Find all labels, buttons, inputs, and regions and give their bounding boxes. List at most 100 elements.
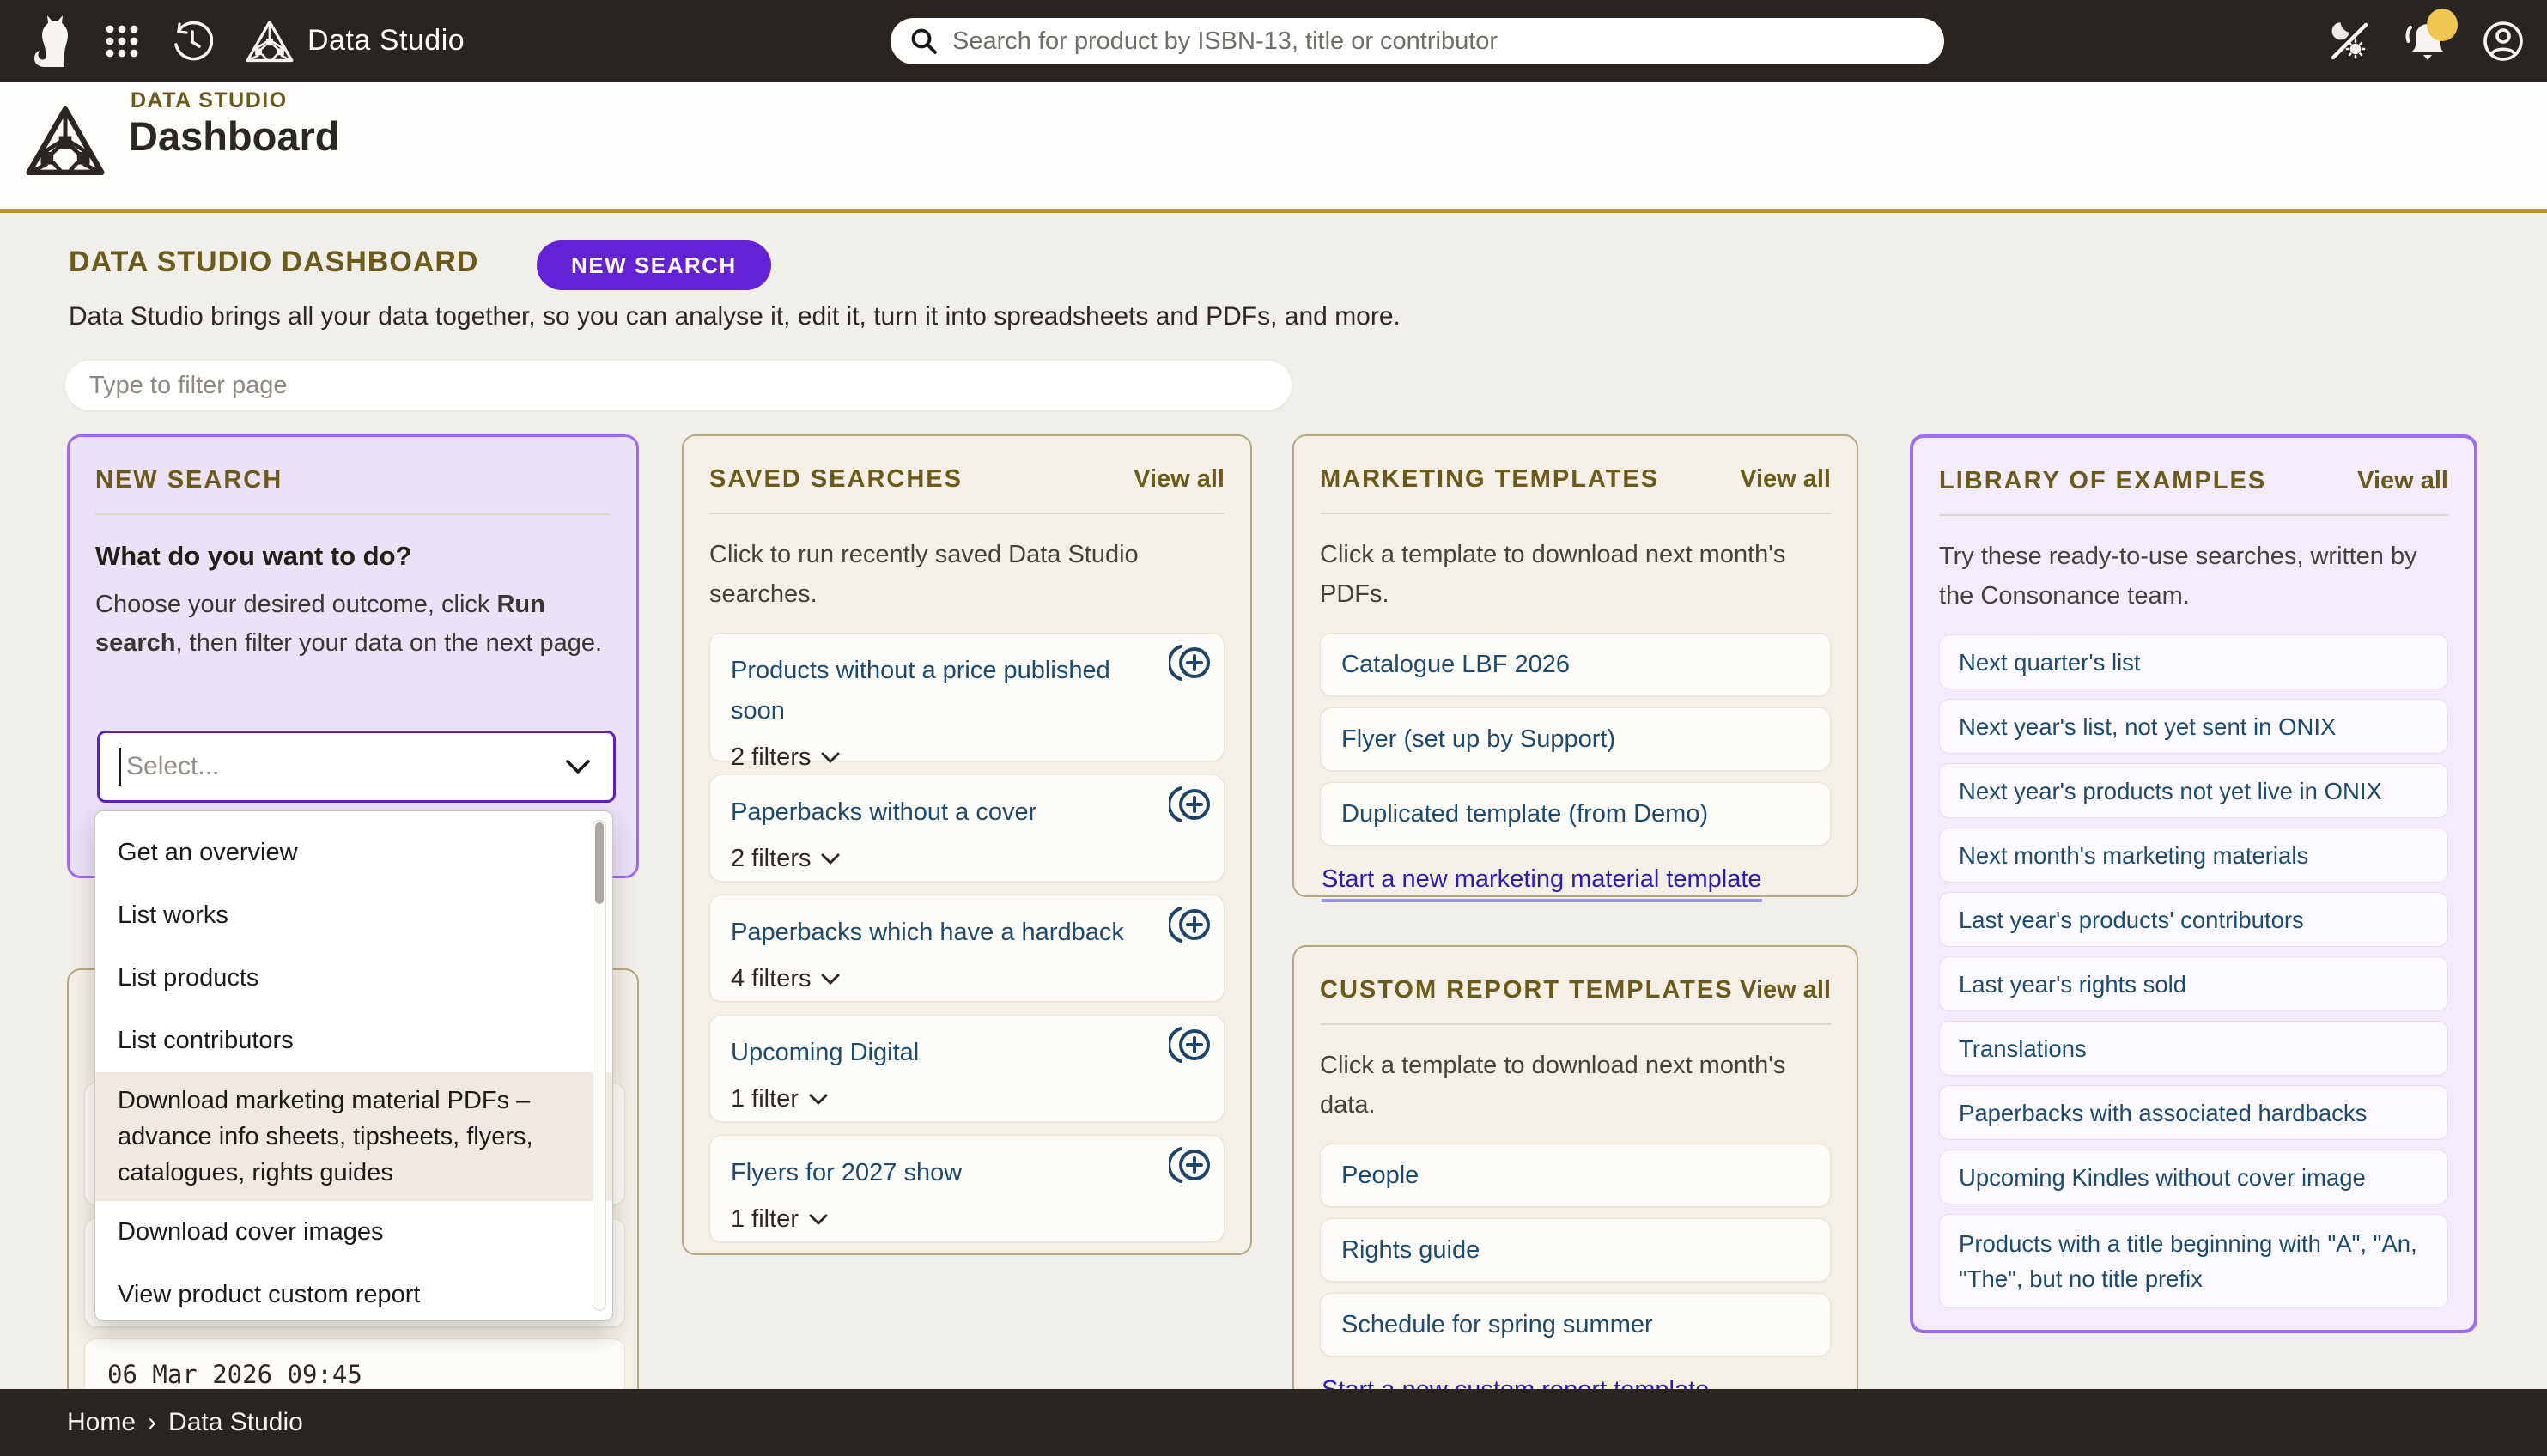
filters-toggle[interactable]: 1 filter — [731, 1085, 1138, 1113]
outcome-select[interactable]: Select... — [97, 731, 616, 803]
example-search-link[interactable]: Paperbacks with associated hardbacks — [1959, 1095, 2367, 1131]
start-marketing-template-link[interactable]: Start a new marketing material template — [1322, 865, 1762, 902]
example-search-item[interactable]: Products with a title beginning with "A"… — [1939, 1214, 2448, 1308]
example-search-item[interactable]: Next quarter's list — [1939, 634, 2448, 689]
example-search-link[interactable]: Next month's marketing materials — [1959, 838, 2308, 873]
add-to-list-icon[interactable] — [1169, 1146, 1212, 1190]
saved-search-link[interactable]: Products without a price published soon — [731, 657, 1110, 725]
breadcrumb-current-link[interactable]: Data Studio — [168, 1408, 303, 1437]
notifications-bell-icon[interactable] — [2404, 19, 2447, 64]
marketing-templates-card: MARKETING TEMPLATES View all Click a tem… — [1292, 434, 1858, 897]
custom-report-view-all-link[interactable]: View all — [1740, 976, 1831, 1004]
template-item[interactable]: Rights guide — [1320, 1218, 1831, 1282]
example-search-item[interactable]: Next year's products not yet live in ONI… — [1939, 763, 2448, 818]
example-search-link[interactable]: Upcoming Kindles without cover image — [1959, 1160, 2366, 1195]
outcome-select-placeholder: Select... — [126, 752, 219, 781]
template-link[interactable]: Rights guide — [1341, 1236, 1480, 1265]
custom-report-description: Click a template to download next month'… — [1320, 1046, 1831, 1125]
template-item[interactable]: Flyer (set up by Support) — [1320, 707, 1831, 771]
template-link[interactable]: Flyer (set up by Support) — [1341, 725, 1615, 754]
filters-toggle[interactable]: 2 filters — [731, 743, 1138, 772]
dropdown-option[interactable]: View product custom report — [95, 1264, 612, 1321]
example-search-item[interactable]: Paperbacks with associated hardbacks — [1939, 1085, 2448, 1140]
apps-grid-icon[interactable] — [105, 24, 139, 58]
library-description: Try these ready-to-use searches, written… — [1939, 537, 2455, 616]
new-search-button[interactable]: NEW SEARCH — [537, 240, 771, 290]
dropdown-option[interactable]: List contributors — [95, 1010, 612, 1072]
page-filter-input[interactable] — [65, 361, 1292, 410]
top-bar: Data Studio — [0, 0, 2547, 82]
filters-toggle[interactable]: 4 filters — [731, 965, 1138, 993]
global-search — [891, 18, 1944, 64]
marketing-templates-description: Click a template to download next month'… — [1320, 535, 1831, 614]
dashboard-description: Data Studio brings all your data togethe… — [69, 302, 1401, 331]
data-studio-dashboard: Data Studio DATA STUDIO Dashboard — [0, 0, 2547, 1456]
dropdown-option-highlighted[interactable]: Download marketing material PDFs – advan… — [95, 1072, 612, 1201]
example-search-item[interactable]: Next month's marketing materials — [1939, 828, 2448, 883]
cat-logo-icon[interactable] — [33, 15, 72, 68]
account-avatar-icon[interactable] — [2482, 20, 2525, 63]
add-to-list-icon[interactable] — [1169, 644, 1212, 688]
data-studio-logo-icon[interactable] — [246, 17, 294, 65]
header-eyebrow: DATA STUDIO — [131, 88, 288, 113]
example-search-link[interactable]: Translations — [1959, 1031, 2087, 1066]
global-search-input[interactable] — [951, 27, 1899, 57]
filters-toggle[interactable]: 1 filter — [731, 1205, 1138, 1234]
saved-search-link[interactable]: Flyers for 2027 show — [731, 1159, 962, 1186]
dropdown-scrollbar-thumb[interactable] — [595, 822, 604, 904]
chevron-down-icon — [821, 853, 840, 864]
new-search-card-title: NEW SEARCH — [95, 466, 283, 494]
text-cursor — [119, 748, 121, 786]
new-search-instruction: Choose your desired outcome, click Run s… — [95, 585, 614, 663]
example-search-item[interactable]: Last year's rights sold — [1939, 956, 2448, 1011]
add-to-list-icon[interactable] — [1169, 906, 1212, 949]
search-icon — [909, 27, 939, 56]
breadcrumb-home-link[interactable]: Home — [67, 1408, 136, 1437]
chevron-down-icon — [809, 1214, 828, 1225]
example-search-link[interactable]: Products with a title beginning with "A"… — [1959, 1226, 2428, 1296]
saved-searches-view-all-link[interactable]: View all — [1134, 465, 1225, 494]
saved-search-link[interactable]: Upcoming Digital — [731, 1039, 919, 1066]
dropdown-option[interactable]: Download cover images — [95, 1201, 612, 1264]
divider — [1939, 514, 2448, 516]
dropdown-option[interactable]: List products — [95, 947, 612, 1010]
template-link[interactable]: Catalogue LBF 2026 — [1341, 651, 1570, 679]
theme-toggle-icon[interactable] — [2329, 21, 2370, 62]
template-link[interactable]: Duplicated template (from Demo) — [1341, 800, 1708, 828]
history-icon[interactable] — [172, 21, 213, 62]
template-item[interactable]: People — [1320, 1144, 1831, 1207]
library-view-all-link[interactable]: View all — [2357, 467, 2448, 495]
add-to-list-icon[interactable] — [1169, 1026, 1212, 1070]
example-search-item[interactable]: Next year's list, not yet sent in ONIX — [1939, 699, 2448, 754]
template-link[interactable]: Schedule for spring summer — [1341, 1311, 1653, 1339]
template-item[interactable]: Duplicated template (from Demo) — [1320, 782, 1831, 846]
saved-search-item[interactable]: Products without a price published soon … — [709, 633, 1225, 761]
add-to-list-icon[interactable] — [1169, 786, 1212, 829]
saved-search-link[interactable]: Paperbacks which have a hardback — [731, 919, 1124, 946]
template-item[interactable]: Schedule for spring summer — [1320, 1293, 1831, 1356]
dropdown-option[interactable]: Get an overview — [95, 822, 612, 884]
chevron-down-icon — [821, 974, 840, 985]
example-search-item[interactable]: Upcoming Kindles without cover image — [1939, 1150, 2448, 1204]
dropdown-option[interactable]: List works — [95, 884, 612, 947]
saved-search-item[interactable]: Paperbacks without a cover 2 filters — [709, 774, 1225, 882]
divider — [709, 513, 1225, 514]
filters-toggle[interactable]: 2 filters — [731, 845, 1138, 873]
saved-search-item[interactable]: Flyers for 2027 show 1 filter — [709, 1135, 1225, 1242]
example-search-link[interactable]: Next year's list, not yet sent in ONIX — [1959, 709, 2336, 744]
saved-search-link[interactable]: Paperbacks without a cover — [731, 798, 1036, 826]
example-search-link[interactable]: Last year's rights sold — [1959, 967, 2186, 1002]
chevron-down-icon — [565, 759, 591, 779]
saved-search-item[interactable]: Paperbacks which have a hardback 4 filte… — [709, 895, 1225, 1002]
template-link[interactable]: People — [1341, 1162, 1419, 1190]
example-search-link[interactable]: Next year's products not yet live in ONI… — [1959, 774, 2382, 809]
example-search-item[interactable]: Translations — [1939, 1021, 2448, 1076]
data-studio-logo-large — [26, 90, 105, 196]
example-search-item[interactable]: Last year's products' contributors — [1939, 892, 2448, 947]
example-search-link[interactable]: Next quarter's list — [1959, 645, 2141, 680]
saved-search-item[interactable]: Upcoming Digital 1 filter — [709, 1015, 1225, 1122]
custom-report-templates-title: CUSTOM REPORT TEMPLATES — [1320, 976, 1734, 1004]
marketing-templates-view-all-link[interactable]: View all — [1740, 465, 1831, 494]
example-search-link[interactable]: Last year's products' contributors — [1959, 902, 2304, 937]
template-item[interactable]: Catalogue LBF 2026 — [1320, 633, 1831, 696]
